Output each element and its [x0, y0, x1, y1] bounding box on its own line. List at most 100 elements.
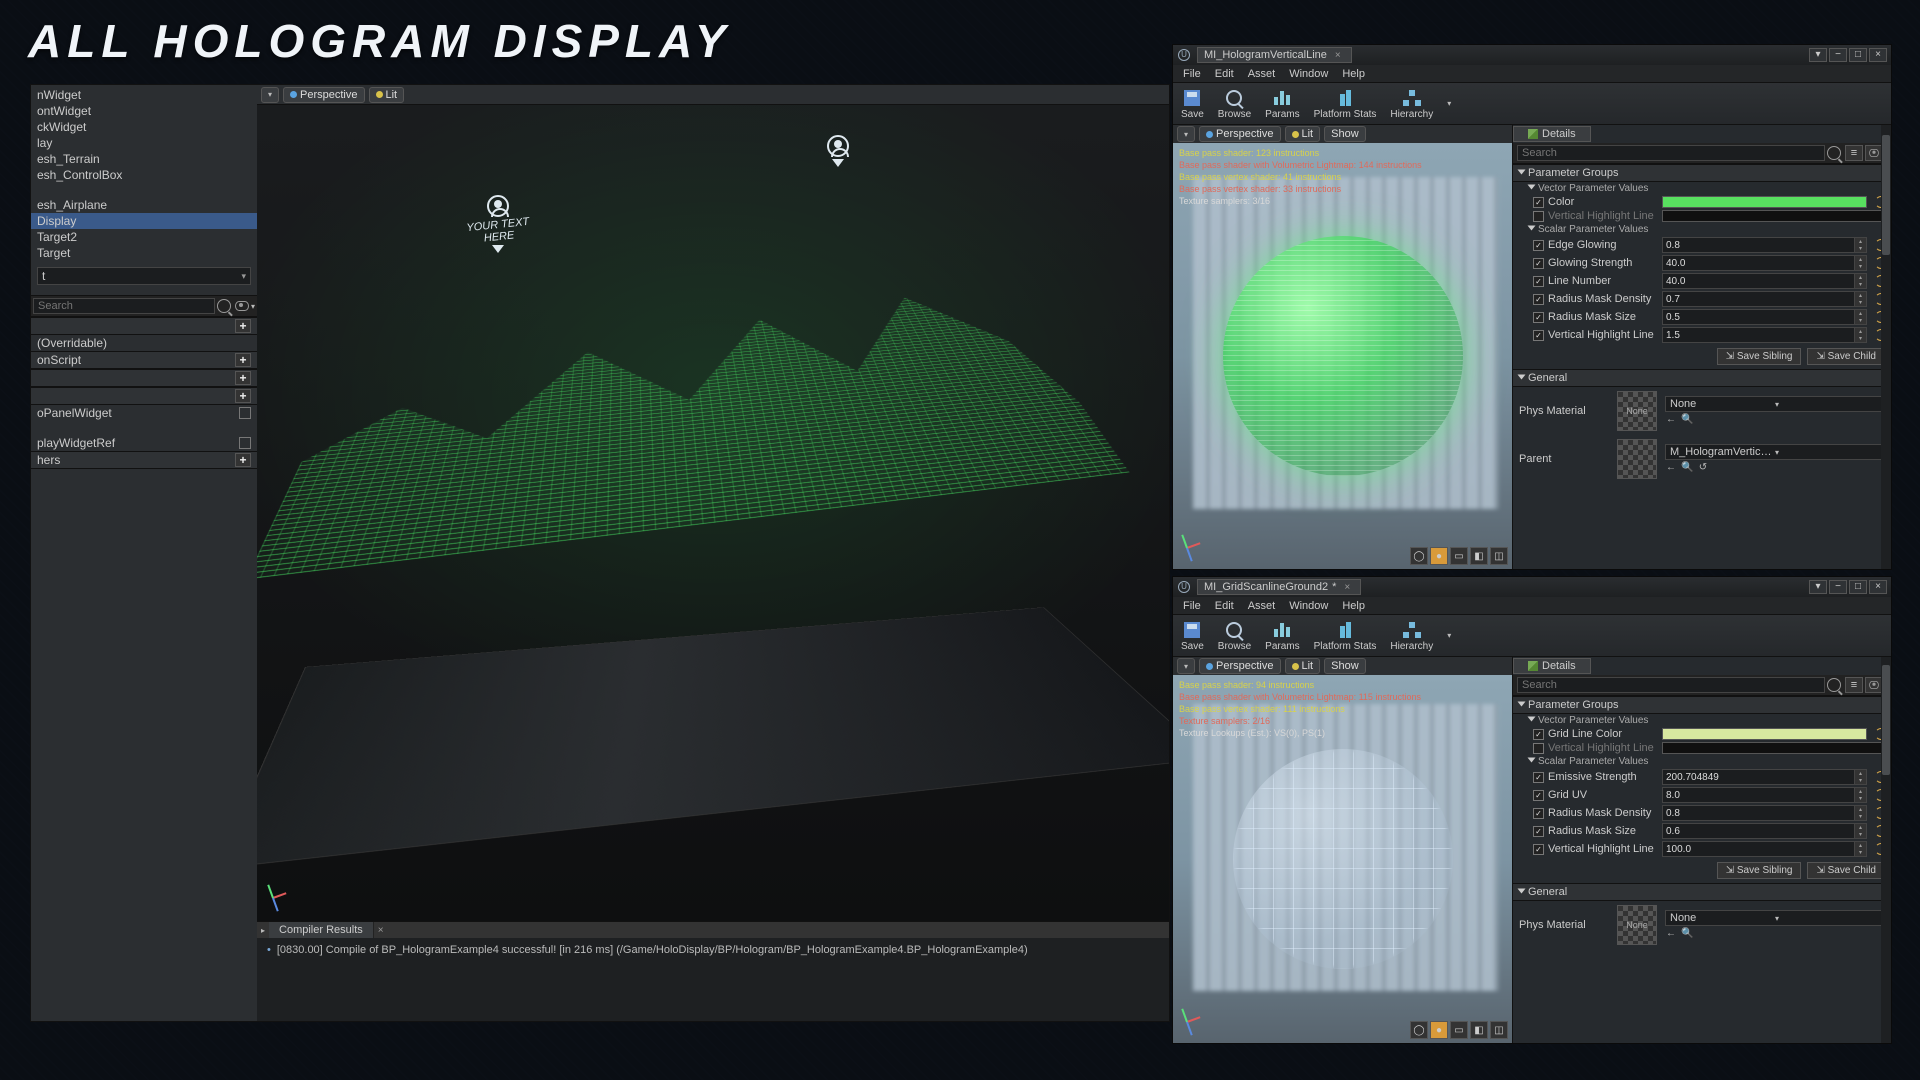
- spinner[interactable]: ▴▾: [1855, 291, 1867, 307]
- param-value-input[interactable]: [1662, 787, 1855, 803]
- material-preview-viewport[interactable]: Base pass shader: 94 instructionsBase pa…: [1173, 675, 1512, 1043]
- param-checkbox[interactable]: [1533, 743, 1544, 754]
- use-selected-icon[interactable]: ←: [1665, 928, 1677, 940]
- hierarchy-button[interactable]: Hierarchy: [1390, 88, 1433, 120]
- view-options-button[interactable]: ≡: [1845, 145, 1863, 161]
- maximize-button[interactable]: □: [1849, 580, 1867, 594]
- param-checkbox[interactable]: [1533, 276, 1544, 287]
- params-button[interactable]: Params: [1265, 88, 1299, 120]
- vector-params-header[interactable]: Vector Parameter Values: [1513, 182, 1891, 195]
- parameter-groups-header[interactable]: Parameter Groups: [1513, 696, 1891, 714]
- pin-icon[interactable]: [239, 407, 251, 419]
- show-button[interactable]: Show: [1324, 658, 1366, 674]
- spinner[interactable]: ▴▾: [1855, 805, 1867, 821]
- save-button[interactable]: Save: [1181, 620, 1204, 652]
- param-checkbox[interactable]: [1533, 330, 1544, 341]
- close-icon[interactable]: ×: [1335, 50, 1341, 61]
- add-icon[interactable]: +: [235, 371, 251, 385]
- spinner[interactable]: ▴▾: [1855, 769, 1867, 785]
- outliner-item[interactable]: nWidget: [31, 87, 257, 103]
- section-overridable[interactable]: (Overridable): [31, 335, 257, 351]
- viewport-options-button[interactable]: ▾: [261, 87, 279, 103]
- color-swatch[interactable]: [1662, 210, 1887, 222]
- platform-stats-button[interactable]: Platform Stats: [1314, 620, 1377, 652]
- shape-cylinder-button[interactable]: ◯: [1410, 547, 1428, 565]
- outliner-item[interactable]: esh_ControlBox: [31, 167, 257, 183]
- asset-tab[interactable]: MI_GridScanlineGround2*×: [1197, 579, 1361, 595]
- scalar-params-header[interactable]: Scalar Parameter Values: [1513, 755, 1891, 768]
- shape-cylinder-button[interactable]: ◯: [1410, 1021, 1428, 1039]
- outliner-item[interactable]: Target2: [31, 229, 257, 245]
- param-checkbox[interactable]: [1533, 790, 1544, 801]
- section-empty2[interactable]: +: [31, 387, 257, 405]
- show-button[interactable]: Show: [1324, 126, 1366, 142]
- details-tab[interactable]: Details: [1513, 126, 1591, 142]
- save-sibling-button[interactable]: ⇲ Save Sibling: [1717, 862, 1802, 879]
- window-dropdown-icon[interactable]: ▾: [1809, 48, 1827, 62]
- save-child-button[interactable]: ⇲ Save Child: [1807, 348, 1885, 365]
- shape-mesh-button[interactable]: ◫: [1490, 547, 1508, 565]
- visibility-icon[interactable]: [235, 301, 249, 311]
- close-button[interactable]: ×: [1869, 48, 1887, 62]
- param-value-input[interactable]: [1662, 327, 1855, 343]
- param-checkbox[interactable]: [1533, 258, 1544, 269]
- param-value-input[interactable]: [1662, 309, 1855, 325]
- browse-to-icon[interactable]: 🔍: [1681, 928, 1693, 940]
- material-thumbnail[interactable]: [1617, 439, 1657, 479]
- param-checkbox[interactable]: [1533, 729, 1544, 740]
- chevron-down-icon[interactable]: ▾: [1447, 631, 1451, 640]
- param-value-input[interactable]: [1662, 291, 1855, 307]
- param-checkbox[interactable]: [1533, 808, 1544, 819]
- color-swatch[interactable]: [1662, 196, 1867, 208]
- asset-tab[interactable]: MI_HologramVerticalLine×: [1197, 47, 1352, 63]
- parent-dropdown[interactable]: M_HologramVerticalLineRadiusMask▾: [1665, 444, 1885, 460]
- platform-stats-button[interactable]: Platform Stats: [1314, 88, 1377, 120]
- browse-to-icon[interactable]: 🔍: [1681, 414, 1693, 426]
- scrollbar[interactable]: [1881, 125, 1891, 569]
- save-button[interactable]: Save: [1181, 88, 1204, 120]
- hierarchy-button[interactable]: Hierarchy: [1390, 620, 1433, 652]
- menu-edit[interactable]: Edit: [1215, 600, 1234, 612]
- spinner[interactable]: ▴▾: [1855, 255, 1867, 271]
- details-search-input[interactable]: [1517, 677, 1825, 693]
- spinner[interactable]: ▴▾: [1855, 237, 1867, 253]
- menu-help[interactable]: Help: [1342, 68, 1365, 80]
- compiler-results-tab[interactable]: Compiler Results: [269, 922, 374, 938]
- outliner-item[interactable]: ontWidget: [31, 103, 257, 119]
- param-checkbox[interactable]: [1533, 772, 1544, 783]
- reset-icon[interactable]: ↺: [1697, 462, 1709, 474]
- add-icon[interactable]: +: [235, 389, 251, 403]
- param-checkbox[interactable]: [1533, 826, 1544, 837]
- menu-window[interactable]: Window: [1289, 68, 1328, 80]
- maximize-button[interactable]: □: [1849, 48, 1867, 62]
- details-tab[interactable]: Details: [1513, 658, 1591, 674]
- details-search-input[interactable]: [1517, 145, 1825, 161]
- param-checkbox[interactable]: [1533, 211, 1544, 222]
- spinner[interactable]: ▴▾: [1855, 327, 1867, 343]
- color-swatch[interactable]: [1662, 728, 1867, 740]
- spinner[interactable]: ▴▾: [1855, 309, 1867, 325]
- param-value-input[interactable]: [1662, 841, 1855, 857]
- viewport-options-button[interactable]: ▾: [1177, 658, 1195, 674]
- params-button[interactable]: Params: [1265, 620, 1299, 652]
- outliner-item[interactable]: lay: [31, 135, 257, 151]
- lit-mode-button[interactable]: Lit: [1285, 658, 1321, 674]
- add-icon[interactable]: +: [235, 353, 251, 367]
- section-script[interactable]: onScript: [37, 353, 81, 367]
- browse-to-icon[interactable]: 🔍: [1681, 462, 1693, 474]
- menu-file[interactable]: File: [1183, 600, 1201, 612]
- minimize-button[interactable]: −: [1829, 580, 1847, 594]
- param-value-input[interactable]: [1662, 823, 1855, 839]
- shape-cube-button[interactable]: ◧: [1470, 1021, 1488, 1039]
- menu-asset[interactable]: Asset: [1248, 68, 1276, 80]
- close-icon[interactable]: ×: [1344, 582, 1350, 593]
- param-checkbox[interactable]: [1533, 240, 1544, 251]
- window-dropdown-icon[interactable]: ▾: [1809, 580, 1827, 594]
- general-header[interactable]: General: [1513, 883, 1891, 901]
- browse-button[interactable]: Browse: [1218, 620, 1251, 652]
- outliner-item[interactable]: Target: [31, 245, 257, 261]
- param-checkbox[interactable]: [1533, 312, 1544, 323]
- phys-material-dropdown[interactable]: None▾: [1665, 396, 1885, 412]
- menu-asset[interactable]: Asset: [1248, 600, 1276, 612]
- section-empty1[interactable]: +: [31, 369, 257, 387]
